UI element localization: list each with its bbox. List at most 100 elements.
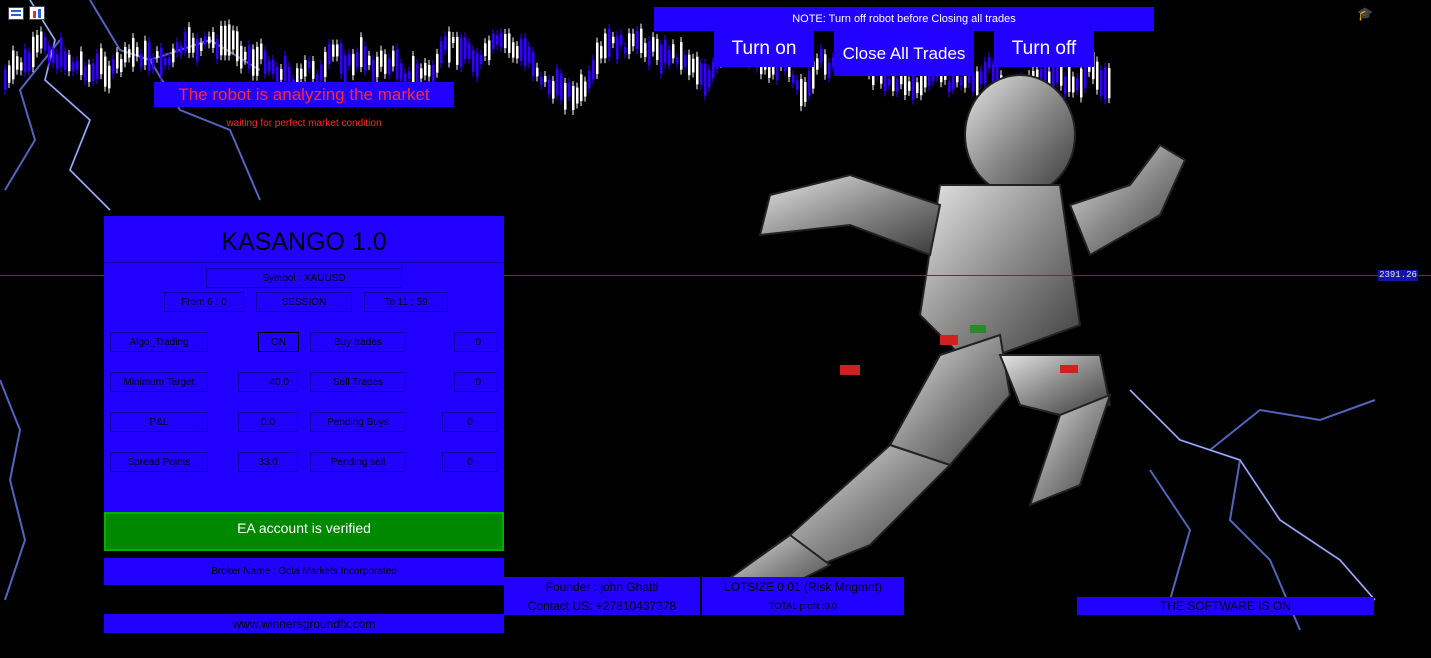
candle-body <box>644 43 647 58</box>
candle-body <box>60 37 63 68</box>
sell-trades-value: 0 <box>454 372 498 392</box>
candle-body <box>492 33 495 49</box>
candle-body <box>604 33 607 59</box>
candle-body <box>344 55 347 83</box>
buy-trades-label: Buy trades <box>310 332 406 352</box>
candle-body <box>312 60 315 79</box>
candle-body <box>476 52 479 78</box>
candle-body <box>56 53 59 70</box>
candle-body <box>132 38 135 67</box>
turn-on-button[interactable]: Turn on <box>714 31 814 67</box>
candle-body <box>628 33 631 55</box>
verified-banner: EA account is verified <box>104 512 504 551</box>
candle-body <box>544 75 547 82</box>
candle-body <box>76 61 79 70</box>
website-link[interactable]: www.winnersgroundfx.com <box>104 614 504 633</box>
candle-body <box>568 82 571 97</box>
candle-body <box>308 61 311 68</box>
candle-body <box>364 46 367 71</box>
candle-body <box>244 51 247 60</box>
candle-body <box>240 45 243 69</box>
minimum-target-value: 40.0 <box>238 372 298 392</box>
candle-body <box>112 59 115 74</box>
candle-body <box>48 45 51 64</box>
pending-buys-label: Pending Buys <box>310 412 406 432</box>
candle-body <box>600 46 603 59</box>
algo-trading-toggle[interactable]: ON <box>258 332 299 352</box>
candle-body <box>340 43 343 75</box>
candle-body <box>196 38 199 62</box>
graduation-cap-icon[interactable]: 🎓 <box>1357 6 1373 22</box>
candle-body <box>200 42 203 51</box>
pending-sell-label: Pending sell <box>310 452 406 472</box>
algo-trading-label: Algo_Trading <box>110 332 208 352</box>
candle-body <box>148 42 151 71</box>
candle-body <box>384 54 387 74</box>
candle-body <box>484 43 487 56</box>
candle-body <box>496 35 499 45</box>
candle-body <box>156 51 159 58</box>
candle-body <box>508 33 511 53</box>
candle-body <box>84 66 87 81</box>
candle-body <box>36 34 39 53</box>
session-to: To 11 : 59 <box>364 292 448 312</box>
candle-body <box>428 64 431 77</box>
candle-body <box>248 45 251 69</box>
candle-body <box>464 37 467 60</box>
status-subtext: waiting for perfect market condition <box>226 118 382 129</box>
candle-body <box>180 46 183 55</box>
candle-body <box>540 76 543 85</box>
spread-points-label: Spread Points <box>110 452 208 472</box>
candle-body <box>528 46 531 64</box>
candle-body <box>376 56 379 78</box>
candle-body <box>560 73 563 100</box>
founder-label: Founder : john Ghatti <box>504 577 700 596</box>
candle-body <box>460 37 463 68</box>
candle-body <box>584 81 587 97</box>
candle-body <box>104 56 107 87</box>
candle-body <box>580 74 583 102</box>
candle-body <box>532 52 535 77</box>
candle-body <box>452 36 455 44</box>
turn-off-button[interactable]: Turn off <box>994 31 1094 67</box>
candle-body <box>108 65 111 89</box>
candle-body <box>572 86 575 111</box>
candle-body <box>408 71 411 79</box>
candle-body <box>664 39 667 64</box>
candle-body <box>284 55 287 82</box>
candle-body <box>368 55 371 66</box>
session-label: SESSION <box>256 292 352 312</box>
candle-body <box>648 40 651 66</box>
candle-body <box>328 44 331 65</box>
candle-body <box>608 29 611 57</box>
candle-body <box>596 42 599 75</box>
chart-bars-icon[interactable] <box>29 6 45 20</box>
candle-body <box>12 50 15 80</box>
candle-body <box>440 41 443 64</box>
candle-body <box>520 38 523 61</box>
chart-list-icon[interactable] <box>8 7 24 20</box>
pending-sell-value: 0 <box>442 452 498 472</box>
candle-body <box>40 31 43 49</box>
total-profit-label: TOTAL profit :0.0 <box>702 596 904 615</box>
candle-body <box>372 59 375 82</box>
broker-name: Broker Name : Octa Markets Incorporated <box>104 558 504 585</box>
candle-body <box>264 50 267 74</box>
candle-body <box>300 68 303 79</box>
candle-body <box>592 60 595 80</box>
candle-body <box>128 49 131 58</box>
pnl-label: P&L <box>110 412 208 432</box>
candle-body <box>320 64 323 81</box>
candle-body <box>396 49 399 80</box>
candle-body <box>456 36 459 65</box>
candle-body <box>176 42 179 53</box>
candle-body <box>204 36 207 44</box>
candle-body <box>272 59 275 74</box>
candle-body <box>304 60 307 77</box>
candle-body <box>672 44 675 59</box>
candle-body <box>512 42 515 58</box>
close-all-trades-button[interactable]: Close All Trades <box>834 31 974 76</box>
candle-body <box>448 31 451 63</box>
candle-body <box>52 48 55 63</box>
candle-body <box>232 30 235 50</box>
